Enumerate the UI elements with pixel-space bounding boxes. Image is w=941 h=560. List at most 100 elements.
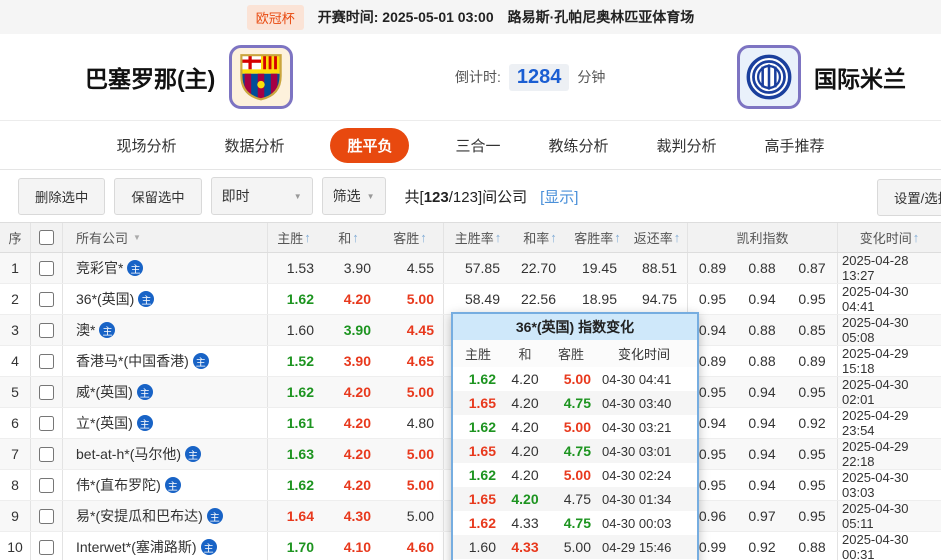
- kelly-away: 0.89: [798, 353, 826, 369]
- kelly-away: 0.87: [798, 260, 826, 276]
- row-checkbox[interactable]: [39, 415, 54, 431]
- sort-asc-icon: ↑: [614, 230, 621, 245]
- company-name[interactable]: 伟*(直布罗陀): [76, 475, 161, 495]
- company-name[interactable]: 易*(安提瓜和巴布达): [76, 506, 203, 526]
- analysis-tab[interactable]: 胜平负: [330, 127, 410, 163]
- popup-title: 36*(英国) 指数变化: [453, 314, 697, 340]
- popup-header-time: 变化时间: [617, 347, 670, 362]
- popup-change-time: 04-29 15:46: [602, 539, 672, 555]
- countdown-label: 倒计时:: [455, 69, 501, 85]
- popup-change-time: 04-30 02:24: [602, 467, 672, 483]
- home-badge-icon: 主: [136, 384, 153, 400]
- analysis-tab[interactable]: 数据分析: [222, 128, 286, 163]
- home-badge-icon: 主: [206, 508, 223, 524]
- kelly-draw: 0.97: [748, 508, 776, 524]
- popup-draw-odds: 4.20: [511, 395, 539, 411]
- kelly-draw: 0.88: [748, 353, 776, 369]
- away-odds: 5.00: [406, 508, 434, 524]
- popup-away-odds: 5.00: [563, 467, 591, 483]
- keep-selected-button[interactable]: 保留选中: [114, 177, 202, 215]
- delete-selected-button[interactable]: 删除选中: [18, 177, 106, 215]
- popup-change-time: 04-30 03:21: [602, 419, 672, 435]
- popup-draw-odds: 4.20: [511, 491, 539, 507]
- analysis-tab[interactable]: 高手推荐: [763, 128, 827, 163]
- draw-odds: 3.90: [343, 322, 371, 338]
- popup-history-row: 1.60 4.33 5.00 04-29 15:46: [453, 535, 697, 559]
- away-odds: 4.65: [406, 353, 434, 369]
- away-odds: 5.00: [406, 291, 434, 307]
- header-change-time[interactable]: 变化时间 ↑: [837, 223, 941, 252]
- row-checkbox[interactable]: [39, 322, 54, 338]
- time-mode-value: 即时: [221, 188, 250, 204]
- home-badge-icon: 主: [164, 477, 181, 493]
- row-checkbox[interactable]: [39, 477, 54, 493]
- company-name[interactable]: 澳*: [76, 320, 95, 340]
- row-checkbox[interactable]: [39, 353, 54, 369]
- analysis-tabs: 现场分析 数据分析 胜平负 三合一 教练分析 裁判分析 高手推荐: [0, 120, 941, 170]
- company-name[interactable]: 香港马*(中国香港): [76, 351, 189, 371]
- row-seq: 2: [11, 291, 19, 307]
- company-name[interactable]: 威*(英国): [76, 382, 133, 402]
- header-draw-rate[interactable]: 和率 ↑: [512, 223, 568, 252]
- row-checkbox[interactable]: [39, 508, 54, 524]
- popup-change-time: 04-30 00:03: [602, 515, 672, 531]
- popup-home-odds: 1.62: [468, 419, 496, 435]
- header-home-rate-label: 主胜率: [454, 231, 494, 246]
- draw-odds: 4.20: [343, 291, 371, 307]
- company-name[interactable]: 竞彩官*: [76, 258, 123, 278]
- row-checkbox[interactable]: [39, 539, 54, 555]
- show-link[interactable]: [显示]: [540, 186, 578, 207]
- analysis-tab[interactable]: 教练分析: [547, 128, 611, 163]
- kickoff-value: 2025-05-01 03:00: [382, 9, 494, 25]
- header-away-odds[interactable]: 客胜 ↑: [377, 223, 443, 252]
- away-rate: 18.95: [581, 291, 617, 307]
- header-away-rate[interactable]: 客胜率 ↑: [568, 223, 627, 252]
- company-name[interactable]: 36*(英国): [76, 289, 134, 309]
- draw-odds: 4.20: [343, 415, 371, 431]
- row-seq: 3: [11, 322, 19, 338]
- header-home-rate[interactable]: 主胜率 ↑: [443, 223, 512, 252]
- header-draw-odds[interactable]: 和 ↑: [320, 223, 377, 252]
- company-count-shown: 123: [423, 188, 449, 206]
- draw-odds: 3.90: [343, 353, 371, 369]
- kelly-draw: 0.94: [748, 291, 776, 307]
- company-name[interactable]: 立*(英国): [76, 413, 133, 433]
- popup-draw-odds: 4.20: [511, 419, 539, 435]
- row-checkbox[interactable]: [39, 384, 54, 400]
- league-badge: 欧冠杯: [246, 4, 304, 30]
- header-away-label: 客胜: [393, 231, 420, 246]
- analysis-tab[interactable]: 三合一: [453, 128, 502, 163]
- inter-crest-icon: [737, 45, 801, 109]
- kelly-away: 0.95: [798, 446, 826, 462]
- company-name[interactable]: bet-at-h*(马尔他): [76, 444, 181, 464]
- popup-header-row: 主胜 和 客胜 变化时间: [453, 340, 697, 367]
- row-checkbox[interactable]: [39, 260, 54, 276]
- popup-away-odds: 4.75: [563, 515, 591, 531]
- filter-select[interactable]: 筛选 ▼: [321, 177, 386, 215]
- change-time: 2025-04-30 02:01: [837, 377, 941, 407]
- popup-home-odds: 1.62: [468, 515, 496, 531]
- header-kelly: 凯利指数: [687, 223, 837, 252]
- filter-label: 筛选: [332, 188, 361, 204]
- home-badge-icon: 主: [200, 539, 217, 555]
- company-name[interactable]: Interwet*(塞浦路斯): [76, 537, 197, 557]
- row-checkbox[interactable]: [39, 291, 54, 307]
- kelly-draw: 0.92: [748, 539, 776, 555]
- settings-button[interactable]: 设置/选择: [877, 179, 941, 216]
- home-odds: 1.62: [267, 284, 320, 314]
- row-checkbox[interactable]: [39, 446, 54, 462]
- row-seq: 8: [11, 477, 19, 493]
- header-payout-rate[interactable]: 返还率 ↑: [627, 223, 687, 252]
- chevron-down-icon: ▼: [293, 191, 302, 201]
- change-time: 2025-04-30 00:31: [837, 532, 941, 560]
- popup-history-row: 1.62 4.20 5.00 04-30 02:24: [453, 463, 697, 487]
- header-company[interactable]: 所有公司 ▼: [62, 223, 267, 252]
- header-home-odds[interactable]: 主胜 ↑: [267, 223, 320, 252]
- select-all-checkbox[interactable]: [39, 230, 54, 245]
- popup-away-odds: 5.00: [563, 539, 591, 555]
- away-odds: 4.60: [406, 539, 434, 555]
- time-mode-select[interactable]: 即时 ▼: [210, 177, 313, 215]
- match-info-bar: 欧冠杯 开赛时间: 2025-05-01 03:00 路易斯·孔帕尼奥林匹亚体育…: [0, 0, 941, 34]
- analysis-tab[interactable]: 裁判分析: [655, 128, 719, 163]
- analysis-tab[interactable]: 现场分析: [114, 128, 178, 163]
